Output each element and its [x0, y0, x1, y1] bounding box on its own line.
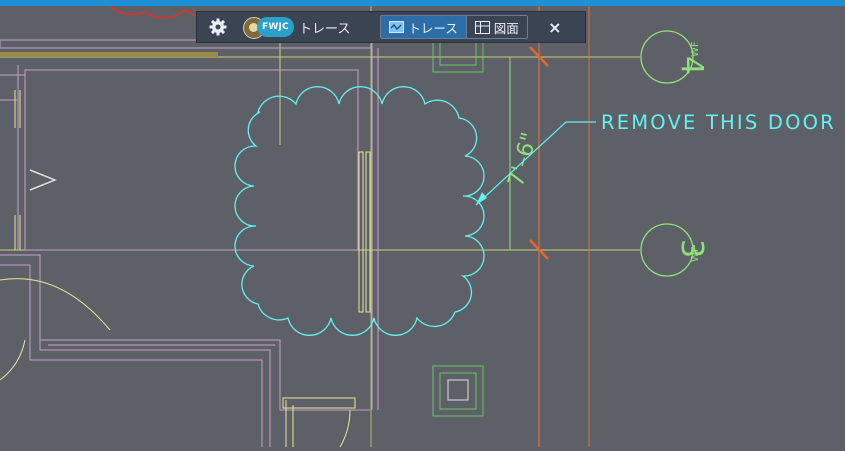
trace-toolbar: FWJC トレース トレース 図面 ×	[196, 11, 586, 43]
gear-icon	[209, 18, 227, 36]
grid-bubble-number: 4	[674, 56, 709, 75]
close-icon: ×	[548, 17, 562, 37]
trace-owner-label: トレース	[299, 21, 351, 37]
leader-line	[475, 121, 596, 206]
collaborator-avatars[interactable]: FWJC	[243, 15, 295, 39]
columns	[432, 37, 484, 417]
trace-icon	[389, 21, 405, 33]
grid-bubble-4[interactable]: 4 WF	[640, 30, 709, 84]
mode-drawing-button[interactable]: 図面	[465, 16, 527, 38]
grid-bubble-suffix: WF	[690, 41, 701, 57]
settings-button[interactable]	[207, 16, 229, 38]
walls	[0, 39, 379, 447]
annotation-note[interactable]: REMOVE THIS DOOR	[601, 111, 836, 134]
mode-trace-button[interactable]: トレース	[381, 16, 466, 38]
mode-drawing-label: 図面	[493, 20, 519, 36]
grid-bubble-suffix: WF	[690, 246, 701, 262]
close-button[interactable]: ×	[544, 16, 566, 38]
avatar-initials: FWJC	[257, 17, 294, 37]
grid-bubble-3[interactable]: 3 WF	[640, 223, 709, 277]
drawing-icon	[474, 20, 490, 34]
drawing-canvas[interactable]: 7'–6" 4 WF 3 WF REMOVE THIS DOOR	[0, 0, 845, 448]
leader-arrow	[476, 192, 487, 205]
mode-toggle: トレース 図面	[380, 15, 528, 39]
top-accent-bar	[0, 0, 845, 6]
olive-wall	[0, 52, 218, 57]
mode-trace-label: トレース	[408, 20, 458, 36]
cad-drawing: 7'–6" 4 WF 3 WF	[0, 0, 709, 448]
revision-cloud[interactable]	[234, 86, 485, 336]
